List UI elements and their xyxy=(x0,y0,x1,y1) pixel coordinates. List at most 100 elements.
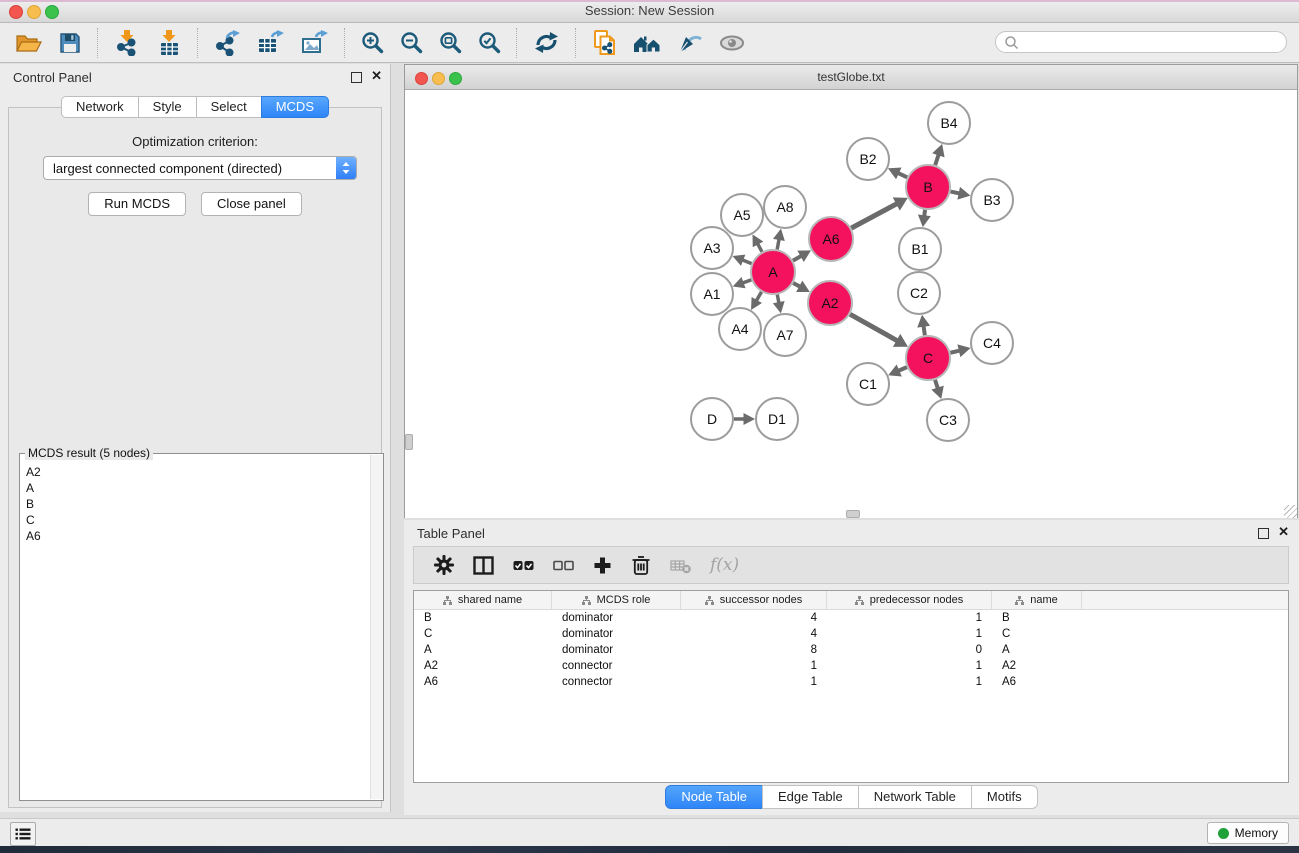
run-mcds-button[interactable]: Run MCDS xyxy=(88,192,186,216)
zoom-selected-button[interactable] xyxy=(470,27,509,59)
tab-mcds[interactable]: MCDS xyxy=(261,96,329,118)
close-panel-button[interactable]: Close panel xyxy=(201,192,302,216)
table-cell[interactable]: C xyxy=(414,626,552,642)
zoom-in-button[interactable] xyxy=(353,27,392,59)
table-cell[interactable]: A xyxy=(414,642,552,658)
import-network-button[interactable] xyxy=(106,27,148,59)
mcds-result-item[interactable]: B xyxy=(21,496,370,512)
table-cell[interactable]: 1 xyxy=(827,626,992,642)
graph-edge-A-A2[interactable] xyxy=(793,283,800,287)
table-close-icon[interactable]: ✕ xyxy=(1278,524,1289,540)
delete-table-button[interactable] xyxy=(670,549,691,581)
table-cell[interactable]: A xyxy=(992,642,1082,658)
table-row[interactable]: Bdominator41B xyxy=(414,610,1288,626)
task-history-button[interactable] xyxy=(10,822,36,846)
table-cell[interactable]: A6 xyxy=(992,674,1082,690)
app-titlebar[interactable]: Session: New Session xyxy=(0,0,1299,23)
close-panel-icon[interactable]: ✕ xyxy=(371,68,382,84)
save-session-button[interactable] xyxy=(50,27,90,59)
tab-network-table[interactable]: Network Table xyxy=(858,785,972,809)
graphics-details-button[interactable] xyxy=(669,27,711,59)
column-header-predecessor-nodes[interactable]: predecessor nodes xyxy=(827,591,992,609)
table-cell[interactable]: 1 xyxy=(681,658,827,674)
graph-edge-B-B3[interactable] xyxy=(951,192,960,194)
table-cell[interactable]: C xyxy=(992,626,1082,642)
tab-motifs[interactable]: Motifs xyxy=(971,785,1038,809)
table-cell[interactable]: 4 xyxy=(681,610,827,626)
table-row[interactable]: A2connector11A2 xyxy=(414,658,1288,674)
graph-edge-C-C3[interactable] xyxy=(935,380,938,389)
table-cell[interactable]: 8 xyxy=(681,642,827,658)
network-canvas[interactable]: B4B2BB3A8A5A6A3B1AC2A1A2A4A7C4CC1C3DD1 xyxy=(405,90,1297,518)
network-window-titlebar[interactable]: testGlobe.txt xyxy=(405,65,1297,90)
home-button[interactable] xyxy=(625,27,669,59)
copy-network-button[interactable] xyxy=(584,27,625,59)
table-cell[interactable]: A6 xyxy=(414,674,552,690)
delete-columns-button[interactable] xyxy=(631,549,651,581)
tab-style[interactable]: Style xyxy=(138,96,197,118)
column-header-MCDS-role[interactable]: MCDS role xyxy=(552,591,681,609)
table-cell[interactable]: A2 xyxy=(992,658,1082,674)
select-all-rows-button[interactable] xyxy=(513,549,534,581)
table-cell[interactable]: A2 xyxy=(414,658,552,674)
export-network-button[interactable] xyxy=(206,27,249,59)
table-cell[interactable]: B xyxy=(992,610,1082,626)
mcds-result-item[interactable]: A2 xyxy=(21,464,370,480)
zoom-fit-button[interactable] xyxy=(431,27,470,59)
graph-edge-A-A6[interactable] xyxy=(793,256,801,261)
table-cell[interactable]: B xyxy=(414,610,552,626)
column-header-successor-nodes[interactable]: successor nodes xyxy=(681,591,827,609)
table-cell[interactable]: 1 xyxy=(827,658,992,674)
table-settings-button[interactable] xyxy=(434,549,454,581)
graph-edge-C-C2[interactable] xyxy=(924,326,925,336)
float-panel-icon[interactable] xyxy=(351,72,362,83)
criterion-select[interactable]: largest connected component (directed) xyxy=(43,156,357,180)
open-session-button[interactable] xyxy=(6,27,50,59)
memory-button[interactable]: Memory xyxy=(1207,822,1289,844)
table-cell[interactable]: 4 xyxy=(681,626,827,642)
deselect-all-rows-button[interactable] xyxy=(553,549,574,581)
table-cell[interactable]: 1 xyxy=(827,674,992,690)
table-cell[interactable]: 0 xyxy=(827,642,992,658)
export-table-button[interactable] xyxy=(249,27,293,59)
column-header-name[interactable]: name xyxy=(992,591,1082,609)
birdseye-toggle-button[interactable] xyxy=(711,27,753,59)
table-cell[interactable]: connector xyxy=(552,658,681,674)
create-column-button[interactable] xyxy=(593,549,612,581)
graph-edge-B-B2[interactable] xyxy=(898,173,907,177)
mcds-result-item[interactable]: C xyxy=(21,512,370,528)
tab-network[interactable]: Network xyxy=(61,96,139,118)
window-resize-grip[interactable] xyxy=(1284,505,1297,518)
graph-edge-A2-C[interactable] xyxy=(850,314,897,341)
table-cell[interactable]: dominator xyxy=(552,610,681,626)
search-input[interactable] xyxy=(1023,34,1286,50)
canvas-horizontal-scroll-thumb[interactable] xyxy=(846,510,860,518)
graph-edge-A6-B[interactable] xyxy=(851,204,897,229)
table-cell[interactable]: connector xyxy=(552,674,681,690)
table-row[interactable]: Adominator80A xyxy=(414,642,1288,658)
import-table-button[interactable] xyxy=(148,27,190,59)
graph-edge-A-A7[interactable] xyxy=(777,295,779,303)
table-cell[interactable]: 1 xyxy=(827,610,992,626)
tab-node-table[interactable]: Node Table xyxy=(665,785,763,809)
table-float-icon[interactable] xyxy=(1258,528,1269,539)
mcds-result-item[interactable]: A xyxy=(21,480,370,496)
graph-edge-A-A1[interactable] xyxy=(743,280,752,283)
export-image-button[interactable] xyxy=(293,27,337,59)
search-field[interactable] xyxy=(995,31,1287,53)
show-columns-button[interactable] xyxy=(473,549,494,581)
column-header-shared-name[interactable]: shared name xyxy=(414,591,552,609)
mcds-result-item[interactable]: A6 xyxy=(21,528,370,544)
function-builder-button[interactable]: f(x) xyxy=(710,549,739,581)
refresh-view-button[interactable] xyxy=(525,27,568,59)
graph-edge-C-C4[interactable] xyxy=(950,351,959,353)
tab-select[interactable]: Select xyxy=(196,96,262,118)
graph-edge-B-B4[interactable] xyxy=(935,154,939,165)
graph-edge-A-A3[interactable] xyxy=(742,260,751,264)
table-row[interactable]: A6connector11A6 xyxy=(414,674,1288,690)
graph-edge-C-C1[interactable] xyxy=(898,367,907,371)
graph-edge-A-A4[interactable] xyxy=(756,292,761,301)
table-cell[interactable]: 1 xyxy=(681,674,827,690)
table-row[interactable]: Cdominator41C xyxy=(414,626,1288,642)
tab-edge-table[interactable]: Edge Table xyxy=(762,785,859,809)
